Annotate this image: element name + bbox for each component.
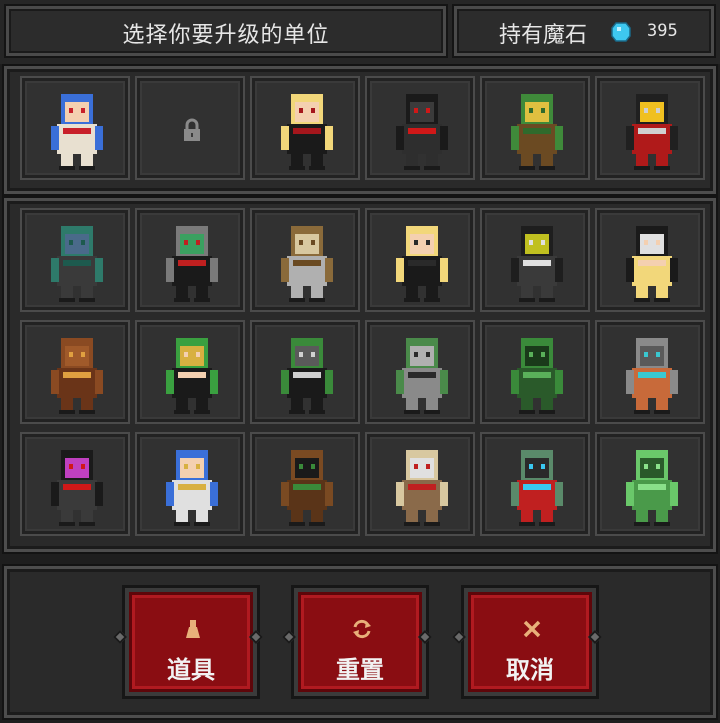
locked-unit-slot[interactable] <box>135 76 245 180</box>
knight-crusader-sprite <box>396 450 448 526</box>
horned-minotaur-sprite <box>281 226 333 302</box>
header-bar: 选择你要升级的单位 持有魔石 395 <box>0 0 720 64</box>
steam-robot-sprite <box>626 338 678 414</box>
unit-slot-hooded-reaper[interactable] <box>20 432 130 536</box>
unit-slot-dark-lich-king[interactable] <box>595 76 705 180</box>
ice-princess-mage-sprite <box>51 94 103 170</box>
refresh-icon <box>353 619 371 639</box>
items-button[interactable]: 道具 <box>125 588 257 696</box>
unit-slot-armored-orc[interactable] <box>365 320 475 424</box>
potion-flask-icon <box>186 620 200 638</box>
rock-golem-sprite <box>51 338 103 414</box>
undead-shieldbearer-sprite <box>511 450 563 526</box>
unit-slot-steam-robot[interactable] <box>595 320 705 424</box>
unit-slot-green-zombie[interactable] <box>20 208 130 312</box>
hooded-reaper-sprite <box>51 450 103 526</box>
unit-slot-frankenstein[interactable] <box>250 320 360 424</box>
skull-warrior-sprite <box>166 226 218 302</box>
unit-slot-rock-golem[interactable] <box>20 320 130 424</box>
lock-icon <box>184 118 200 141</box>
unit-slot-tree-monster[interactable] <box>250 432 360 536</box>
frankenstein-sprite <box>281 338 333 414</box>
page-title: 选择你要升级的单位 <box>122 23 330 48</box>
unit-slot-treant-beast[interactable] <box>480 76 590 180</box>
unit-slot-green-hair-sorceress[interactable] <box>135 320 245 424</box>
unit-slot-elf-archer-girl[interactable] <box>365 208 475 312</box>
unit-slot-nun-priestess[interactable] <box>595 208 705 312</box>
treant-beast-sprite <box>511 94 563 170</box>
blue-hair-paladin-sprite <box>166 450 218 526</box>
unit-slot-green-dragon[interactable] <box>480 320 590 424</box>
unit-slot-shadow-wraith[interactable] <box>365 76 475 180</box>
unit-slot-undead-shieldbearer[interactable] <box>480 432 590 536</box>
dark-lich-king-sprite <box>626 94 678 170</box>
reset-button[interactable]: 重置 <box>294 588 426 696</box>
vampire-girl-sprite <box>281 94 333 170</box>
close-icon <box>523 620 541 638</box>
green-dragon-sprite <box>511 338 563 414</box>
currency-label: 持有魔石 <box>499 23 588 48</box>
unit-slot-bat-creature[interactable] <box>480 208 590 312</box>
currency-count: 395 <box>647 21 678 41</box>
currency-panel: 持有魔石 395 <box>454 6 714 56</box>
bat-creature-sprite <box>511 226 563 302</box>
unit-slot-blue-hair-paladin[interactable] <box>135 432 245 536</box>
tree-monster-sprite <box>281 450 333 526</box>
unit-slot-horned-minotaur[interactable] <box>250 208 360 312</box>
unit-slot-vampire-girl[interactable] <box>250 76 360 180</box>
shadow-wraith-sprite <box>396 94 448 170</box>
gem-icon <box>611 22 631 42</box>
armored-orc-sprite <box>396 338 448 414</box>
green-zombie-sprite <box>51 226 103 302</box>
green-hair-sorceress-sprite <box>166 338 218 414</box>
title-panel: 选择你要升级的单位 <box>6 6 446 56</box>
cancel-button-label: 取消 <box>506 656 554 684</box>
green-slime-sprite <box>626 450 678 526</box>
unit-slot-ice-princess-mage[interactable] <box>20 76 130 180</box>
cancel-button[interactable]: 取消 <box>464 588 596 696</box>
items-button-label: 道具 <box>167 656 215 684</box>
reset-button-label: 重置 <box>336 656 384 684</box>
unit-slot-skull-warrior[interactable] <box>135 208 245 312</box>
unit-slot-knight-crusader[interactable] <box>365 432 475 536</box>
unit-slot-green-slime[interactable] <box>595 432 705 536</box>
nun-priestess-sprite <box>626 226 678 302</box>
elf-archer-girl-sprite <box>396 226 448 302</box>
